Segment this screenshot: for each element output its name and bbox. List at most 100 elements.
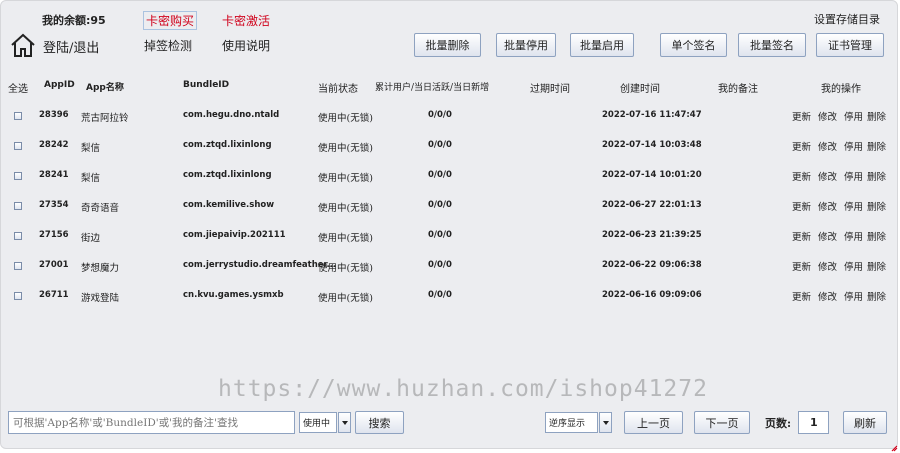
row-created-time: 2022-07-16 11:47:47 [602,110,702,120]
next-page-button[interactable]: 下一页 [694,411,750,434]
row-status: 使用中(无锁) [318,233,373,244]
batch-delete-button[interactable]: 批量删除 [414,33,481,57]
row-status: 使用中(无锁) [318,143,373,154]
row-user-stats: 0/0/0 [428,200,452,210]
row-created-time: 2022-06-27 22:01:13 [602,200,702,210]
row-disable-link[interactable]: 停用 [844,289,863,303]
row-app-name: 街边 [81,233,101,244]
settings-storage-link[interactable]: 设置存储目录 [814,11,880,27]
row-app-name: 梨信 [81,173,101,184]
refresh-button[interactable]: 刷新 [843,411,887,434]
order-select[interactable]: 逆序显示 [545,412,598,433]
row-user-stats: 0/0/0 [428,260,452,270]
prev-page-button[interactable]: 上一页 [624,411,683,434]
home-icon[interactable] [10,32,36,58]
row-app-id: 28241 [39,170,69,180]
row-user-stats: 0/0/0 [428,290,452,300]
row-disable-link[interactable]: 停用 [844,229,863,243]
row-delete-link[interactable]: 删除 [867,289,886,303]
row-edit-link[interactable]: 修改 [818,139,837,153]
batch-disable-button[interactable]: 批量停用 [496,33,556,57]
row-update-link[interactable]: 更新 [792,139,811,153]
row-disable-link[interactable]: 停用 [844,199,863,213]
row-status: 使用中(无锁) [318,173,373,184]
row-app-id: 28396 [39,110,69,120]
signature-check-link[interactable]: 掉签检测 [144,37,192,54]
column-header-app-name: App名称 [86,83,124,93]
status-filter-dropdown-icon[interactable] [338,412,351,433]
row-update-link[interactable]: 更新 [792,169,811,183]
row-edit-link[interactable]: 修改 [818,289,837,303]
row-bundle-id: cn.kvu.games.ysmxb [183,290,284,300]
buy-card-link[interactable]: 卡密购买 [143,11,198,30]
row-delete-link[interactable]: 删除 [867,259,886,273]
row-disable-link[interactable]: 停用 [844,259,863,273]
row-update-link[interactable]: 更新 [792,199,811,213]
row-edit-link[interactable]: 修改 [818,259,837,273]
column-header-status: 当前状态 [318,84,358,95]
column-header-appid: AppID [44,80,75,90]
row-edit-link[interactable]: 修改 [818,229,837,243]
column-header-created: 创建时间 [620,84,660,95]
row-delete-link[interactable]: 删除 [867,109,886,123]
row-bundle-id: com.jerrystudio.dreamfeather... [183,260,337,270]
column-header-bundle-id: BundleID [183,80,230,90]
search-button[interactable]: 搜索 [355,411,404,434]
resize-handle-icon[interactable] [891,445,898,452]
balance-label: 我的余额:95 [42,14,106,27]
login-logout-link[interactable]: 登陆/退出 [43,37,99,56]
row-app-id: 26711 [39,290,69,300]
row-delete-link[interactable]: 删除 [867,139,886,153]
row-update-link[interactable]: 更新 [792,229,811,243]
row-disable-link[interactable]: 停用 [844,169,863,183]
row-checkbox[interactable] [14,292,22,300]
row-edit-link[interactable]: 修改 [818,169,837,183]
row-app-name: 奇奇语音 [81,203,120,214]
page-number-input[interactable]: 1 [798,411,829,434]
single-sign-button[interactable]: 单个签名 [660,33,727,57]
select-all-toggle[interactable]: 全选 [8,80,28,95]
row-edit-link[interactable]: 修改 [818,199,837,213]
row-disable-link[interactable]: 停用 [844,109,863,123]
watermark-text: https://www.huzhan.com/ishop41272 [218,376,708,402]
activate-card-link[interactable]: 卡密激活 [222,12,270,29]
row-checkbox[interactable] [14,232,22,240]
row-app-name: 荒古阿拉铃 [81,113,129,124]
row-update-link[interactable]: 更新 [792,259,811,273]
column-header-users: 累计用户/当日活跃/当日新增 [375,83,490,93]
row-update-link[interactable]: 更新 [792,109,811,123]
row-checkbox[interactable] [14,262,22,270]
row-app-id: 27156 [39,230,69,240]
row-app-id: 28242 [39,140,69,150]
row-disable-link[interactable]: 停用 [844,139,863,153]
row-checkbox[interactable] [14,172,22,180]
row-update-link[interactable]: 更新 [792,289,811,303]
row-bundle-id: com.hegu.dno.ntald [183,110,280,120]
cert-manage-button[interactable]: 证书管理 [816,33,884,57]
column-header-expire: 过期时间 [530,84,570,95]
row-app-name: 游戏登陆 [81,293,120,304]
row-status: 使用中(无锁) [318,293,373,304]
order-dropdown-icon[interactable] [599,412,612,433]
column-header-note: 我的备注 [718,84,758,95]
batch-sign-button[interactable]: 批量签名 [738,33,806,57]
row-delete-link[interactable]: 删除 [867,229,886,243]
row-bundle-id: com.ztqd.lixinlong [183,170,272,180]
row-created-time: 2022-06-22 09:06:38 [602,260,702,270]
help-link[interactable]: 使用说明 [222,37,270,54]
row-checkbox[interactable] [14,142,22,150]
row-status: 使用中(无锁) [318,113,373,124]
row-app-id: 27001 [39,260,69,270]
row-created-time: 2022-06-23 21:39:25 [602,230,702,240]
batch-enable-button[interactable]: 批量启用 [570,33,634,57]
row-delete-link[interactable]: 删除 [867,169,886,183]
row-created-time: 2022-07-14 10:03:48 [602,140,702,150]
status-filter-select[interactable]: 使用中 [299,412,337,433]
row-edit-link[interactable]: 修改 [818,109,837,123]
row-delete-link[interactable]: 删除 [867,199,886,213]
row-checkbox[interactable] [14,202,22,210]
row-bundle-id: com.jiepaivip.202111 [183,230,286,240]
row-checkbox[interactable] [14,112,22,120]
row-bundle-id: com.ztqd.lixinlong [183,140,272,150]
search-input[interactable] [8,411,295,434]
